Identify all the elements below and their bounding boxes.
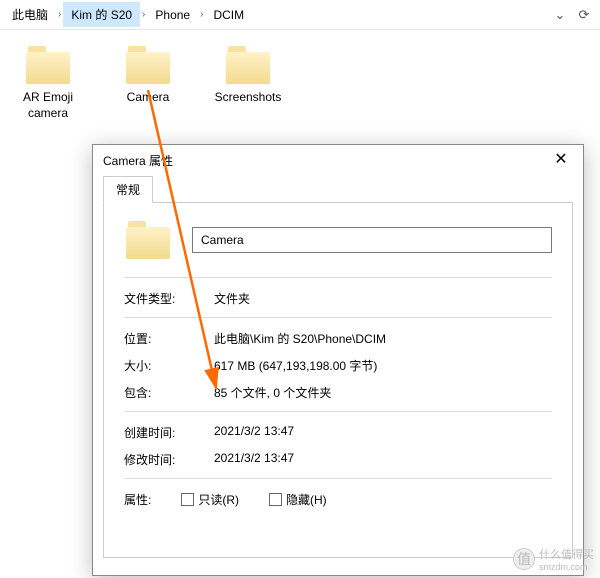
value-type: 文件夹 (214, 290, 552, 307)
folder-icon (224, 46, 272, 84)
watermark: 值 什么值得买 smzdm.com (513, 546, 594, 572)
label-location: 位置: (124, 330, 214, 347)
value-size: 617 MB (647,193,198.00 字节) (214, 357, 552, 374)
folder-icon (124, 221, 172, 259)
properties-dialog: Camera 属性 ✕ 常规 Camera 文件类型:文件夹 位置:此电脑\Ki… (92, 144, 584, 576)
value-contains: 85 个文件, 0 个文件夹 (214, 384, 552, 401)
watermark-text: 什么值得买 (539, 546, 594, 562)
checkbox-hidden[interactable]: 隐藏(H) (269, 491, 327, 508)
watermark-icon: 值 (513, 548, 535, 570)
dialog-body: Camera 文件类型:文件夹 位置:此电脑\Kim 的 S20\Phone\D… (103, 202, 573, 558)
address-bar: 此电脑 › Kim 的 S20 › Phone › DCIM ⌄ ⟳ (0, 0, 600, 30)
chevron-right-icon[interactable]: › (140, 9, 147, 20)
folder-icon (24, 46, 72, 84)
label-contains: 包含: (124, 384, 214, 401)
tab-general[interactable]: 常规 (103, 176, 153, 203)
folder-label: AR Emoji camera (12, 90, 84, 121)
breadcrumb-item[interactable]: Phone (147, 4, 198, 26)
value-location: 此电脑\Kim 的 S20\Phone\DCIM (214, 330, 552, 347)
dialog-title: Camera 属性 (103, 152, 539, 169)
name-field[interactable]: Camera (192, 227, 552, 253)
watermark-site: smzdm.com (539, 562, 594, 572)
checkbox-icon (181, 493, 194, 506)
label-size: 大小: (124, 357, 214, 374)
divider (124, 277, 552, 278)
chevron-right-icon[interactable]: › (56, 9, 63, 20)
label-attributes: 属性: (124, 491, 151, 508)
checkbox-readonly[interactable]: 只读(R) (181, 491, 239, 508)
label-created: 创建时间: (124, 424, 214, 441)
folder-icon (124, 46, 172, 84)
value-created: 2021/3/2 13:47 (214, 424, 552, 441)
folder-item[interactable]: Camera (112, 46, 184, 121)
divider (124, 317, 552, 318)
folder-label: Screenshots (212, 90, 284, 106)
folder-item[interactable]: Screenshots (212, 46, 284, 121)
dialog-titlebar[interactable]: Camera 属性 ✕ (93, 145, 583, 175)
close-icon[interactable]: ✕ (539, 145, 583, 175)
breadcrumb-item[interactable]: 此电脑 (4, 2, 56, 27)
label-type: 文件类型: (124, 290, 214, 307)
folder-pane: AR Emoji camera Camera Screenshots (0, 30, 600, 137)
divider (124, 411, 552, 412)
refresh-icon[interactable]: ⟳ (572, 7, 596, 23)
label-modified: 修改时间: (124, 451, 214, 468)
value-modified: 2021/3/2 13:47 (214, 451, 552, 468)
checkbox-icon (269, 493, 282, 506)
chevron-right-icon[interactable]: › (198, 9, 205, 20)
breadcrumb-item[interactable]: DCIM (205, 4, 252, 26)
dialog-tabs: 常规 (93, 175, 583, 202)
breadcrumb-item[interactable]: Kim 的 S20 (63, 2, 140, 27)
folder-item[interactable]: AR Emoji camera (12, 46, 84, 121)
divider (124, 478, 552, 479)
folder-label: Camera (112, 90, 184, 106)
chevron-down-icon[interactable]: ⌄ (548, 7, 572, 23)
